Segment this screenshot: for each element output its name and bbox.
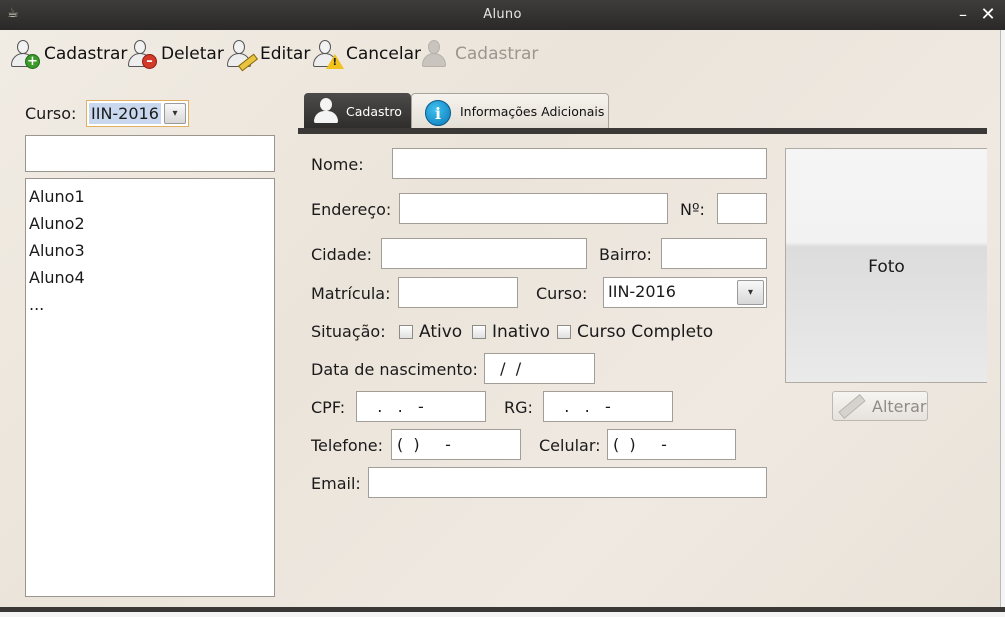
email-field[interactable]	[368, 467, 767, 498]
curso-completo-checkbox[interactable]: Curso Completo	[557, 322, 713, 342]
bairro-field[interactable]	[661, 238, 767, 269]
nome-label: Nome:	[311, 155, 364, 174]
tab-cadastro-label: Cadastro	[346, 103, 402, 119]
nascimento-field[interactable]: / /	[484, 353, 595, 384]
add-user-icon: +	[8, 37, 42, 71]
situacao-label: Situação:	[311, 322, 386, 341]
cpf-label: CPF:	[311, 398, 346, 417]
email-label: Email:	[311, 474, 361, 493]
telefone-label: Telefone:	[311, 436, 383, 455]
list-item[interactable]: Aluno3	[29, 237, 271, 264]
search-input[interactable]	[25, 135, 275, 172]
tab-info-label: Informações Adicionais	[460, 104, 605, 119]
tab-cadastro[interactable]: Cadastro	[304, 93, 411, 129]
curso-select[interactable]: IIN-2016 ▾	[603, 277, 767, 308]
list-item[interactable]: ...	[29, 291, 271, 318]
endereco-field[interactable]	[399, 193, 668, 224]
cadastrar-disabled-button[interactable]: Cadastrar	[419, 36, 538, 72]
alterar-label: Alterar	[872, 396, 927, 416]
list-item[interactable]: Aluno2	[29, 210, 271, 237]
celular-field[interactable]: ( ) -	[607, 429, 736, 460]
nascimento-label: Data de nascimento:	[311, 360, 478, 379]
editar-button[interactable]: Editar	[224, 36, 310, 72]
cidade-label: Cidade:	[311, 245, 372, 264]
celular-label: Celular:	[539, 436, 601, 455]
list-item[interactable]: Aluno4	[29, 264, 271, 291]
student-list: Aluno1 Aluno2 Aluno3 Aluno4 ...	[25, 178, 275, 597]
editar-label: Editar	[260, 44, 311, 64]
matricula-field[interactable]	[398, 277, 518, 308]
photo-panel: Foto	[785, 148, 987, 383]
endereco-label: Endereço:	[311, 200, 392, 219]
rg-label: RG:	[504, 398, 533, 417]
list-item[interactable]: Aluno1	[29, 183, 271, 210]
inativo-label: Inativo	[492, 322, 551, 342]
checkbox-box[interactable]	[399, 325, 413, 339]
deletar-button[interactable]: – Deletar	[125, 36, 224, 72]
cpf-field[interactable]: . . -	[356, 391, 486, 422]
close-button[interactable]: ✕	[978, 4, 998, 26]
minimize-button[interactable]: –	[953, 4, 973, 26]
ativo-checkbox[interactable]: Ativo	[399, 322, 462, 342]
inativo-checkbox[interactable]: Inativo	[472, 322, 550, 342]
info-icon: i	[420, 98, 451, 126]
curso-form-label: Curso:	[536, 284, 588, 303]
curso-select-value: IIN-2016	[608, 282, 676, 301]
cadastrar-disabled-label: Cadastrar	[455, 44, 539, 64]
title-bar: ☕ Aluno – ✕	[0, 0, 1005, 30]
telefone-field[interactable]: ( ) -	[391, 429, 521, 460]
curso-filter-select[interactable]: IIN-2016 ▾	[86, 100, 189, 127]
pencil-icon	[836, 392, 866, 420]
alterar-button[interactable]: Alterar	[832, 391, 928, 421]
cadastrar-button[interactable]: + Cadastrar	[8, 36, 127, 72]
cadastrar-label: Cadastrar	[44, 44, 128, 64]
cancelar-label: Cancelar	[346, 44, 421, 64]
curso-completo-label: Curso Completo	[577, 322, 714, 342]
rg-field[interactable]: . . -	[543, 391, 673, 422]
user-icon	[419, 37, 453, 71]
tab-informacoes-adicionais[interactable]: i Informações Adicionais	[411, 93, 609, 129]
bottom-strip	[0, 612, 1005, 617]
cancelar-button[interactable]: ! Cancelar	[310, 36, 421, 72]
matricula-label: Matrícula:	[311, 284, 391, 303]
ativo-label: Ativo	[419, 322, 463, 342]
delete-user-icon: –	[125, 37, 159, 71]
chevron-down-icon[interactable]: ▾	[737, 280, 764, 305]
window-title: Aluno	[483, 7, 522, 22]
cidade-field[interactable]	[381, 238, 587, 269]
user-icon	[312, 97, 340, 125]
photo-label: Foto	[868, 257, 905, 277]
tab-divider	[298, 128, 987, 134]
window-edge	[1000, 30, 1005, 607]
deletar-label: Deletar	[161, 44, 224, 64]
checkbox-box[interactable]	[472, 325, 486, 339]
nome-field[interactable]	[392, 148, 767, 179]
bairro-label: Bairro:	[599, 245, 652, 264]
curso-filter-label: Curso:	[25, 104, 77, 123]
checkbox-box[interactable]	[557, 325, 571, 339]
curso-filter-value: IIN-2016	[89, 103, 161, 124]
aluno-window: ☕ Aluno – ✕ + Cadastrar – Deletar Editar	[0, 0, 1005, 617]
numero-label: Nº:	[680, 200, 705, 219]
numero-field[interactable]	[717, 193, 767, 224]
warning-user-icon: !	[310, 37, 344, 71]
chevron-down-icon[interactable]: ▾	[164, 103, 186, 124]
edit-user-icon	[224, 37, 259, 72]
